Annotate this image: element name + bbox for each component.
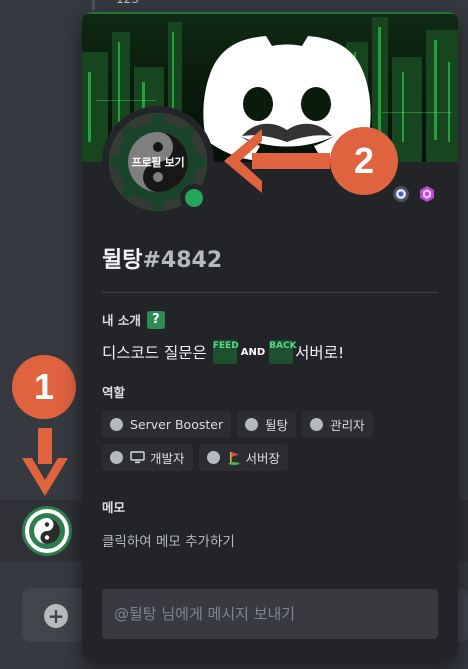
memo-heading: 메모 [102,500,126,515]
role-label: 서버장 [245,451,281,466]
and-emoji-text: AND [240,346,266,358]
bg-channel-number: 123 [116,0,139,6]
role-color-dot [245,418,259,431]
direct-message-input[interactable] [102,589,438,639]
roles-heading: 역할 [102,385,126,400]
profile-badges [392,185,436,203]
nitro-hexagon-icon[interactable] [418,185,436,203]
role-label: 뒬탕 [265,418,289,433]
profile-popout: 프로필 보기 뒬탕#4842 내 소개 ? 디스코드 질문은 FEED AND … [82,12,458,660]
left-arrow-icon [224,129,330,193]
about-me-heading: 내 소개 ? [102,310,165,329]
about-me-text: 디스코드 질문은 FEED AND BACK 서버로! [102,340,344,364]
callout-two: 2 [330,127,398,195]
down-arrow-icon [22,428,68,496]
profile-username: 뒬탕#4842 [102,242,222,274]
about-text-before: 디스코드 질문은 [102,344,207,362]
callout-one: 1 [12,355,76,419]
role-developer[interactable]: 개발자 [102,444,193,471]
attach-plus-icon[interactable]: + [44,604,68,628]
online-status-icon [180,184,208,212]
role-color-dot [206,451,220,464]
username-text: 뒬탕 [102,248,143,273]
monitor-icon [130,451,145,464]
avatar-logo-icon [29,513,65,549]
role-server-booster[interactable]: Server Booster [102,411,232,438]
booster-gem-icon[interactable] [392,185,410,203]
role-label: Server Booster [130,417,224,432]
section-divider [102,292,438,293]
flag-icon [228,451,240,465]
role-label: 관리자 [330,418,365,433]
memo-note-field[interactable]: 클릭하여 메모 추가하기 [102,530,235,550]
back-emoji-icon: BACK [269,340,297,364]
role-admin[interactable]: 관리자 [302,411,373,438]
profile-avatar-ring[interactable]: 프로필 보기 [102,106,214,218]
role-label: 개발자 [150,451,185,466]
about-text-after: 서버로! [295,344,345,362]
about-me-title: 내 소개 [102,313,141,328]
role-server-owner[interactable]: 서버장 [198,444,289,471]
member-avatar[interactable] [22,506,72,556]
role-color-dot [110,418,123,431]
bg-divider [92,0,95,10]
role-color-dot [310,418,324,431]
role-dwiltang[interactable]: 뒬탕 [237,411,297,438]
feed-emoji-icon: FEED [212,340,239,364]
role-color-dot [110,451,123,464]
roles-list: Server Booster 뒬탕 관리자 개발자 서버장 [102,411,442,471]
username-discriminator: #4842 [142,248,223,273]
question-mark-icon: ? [146,310,165,329]
